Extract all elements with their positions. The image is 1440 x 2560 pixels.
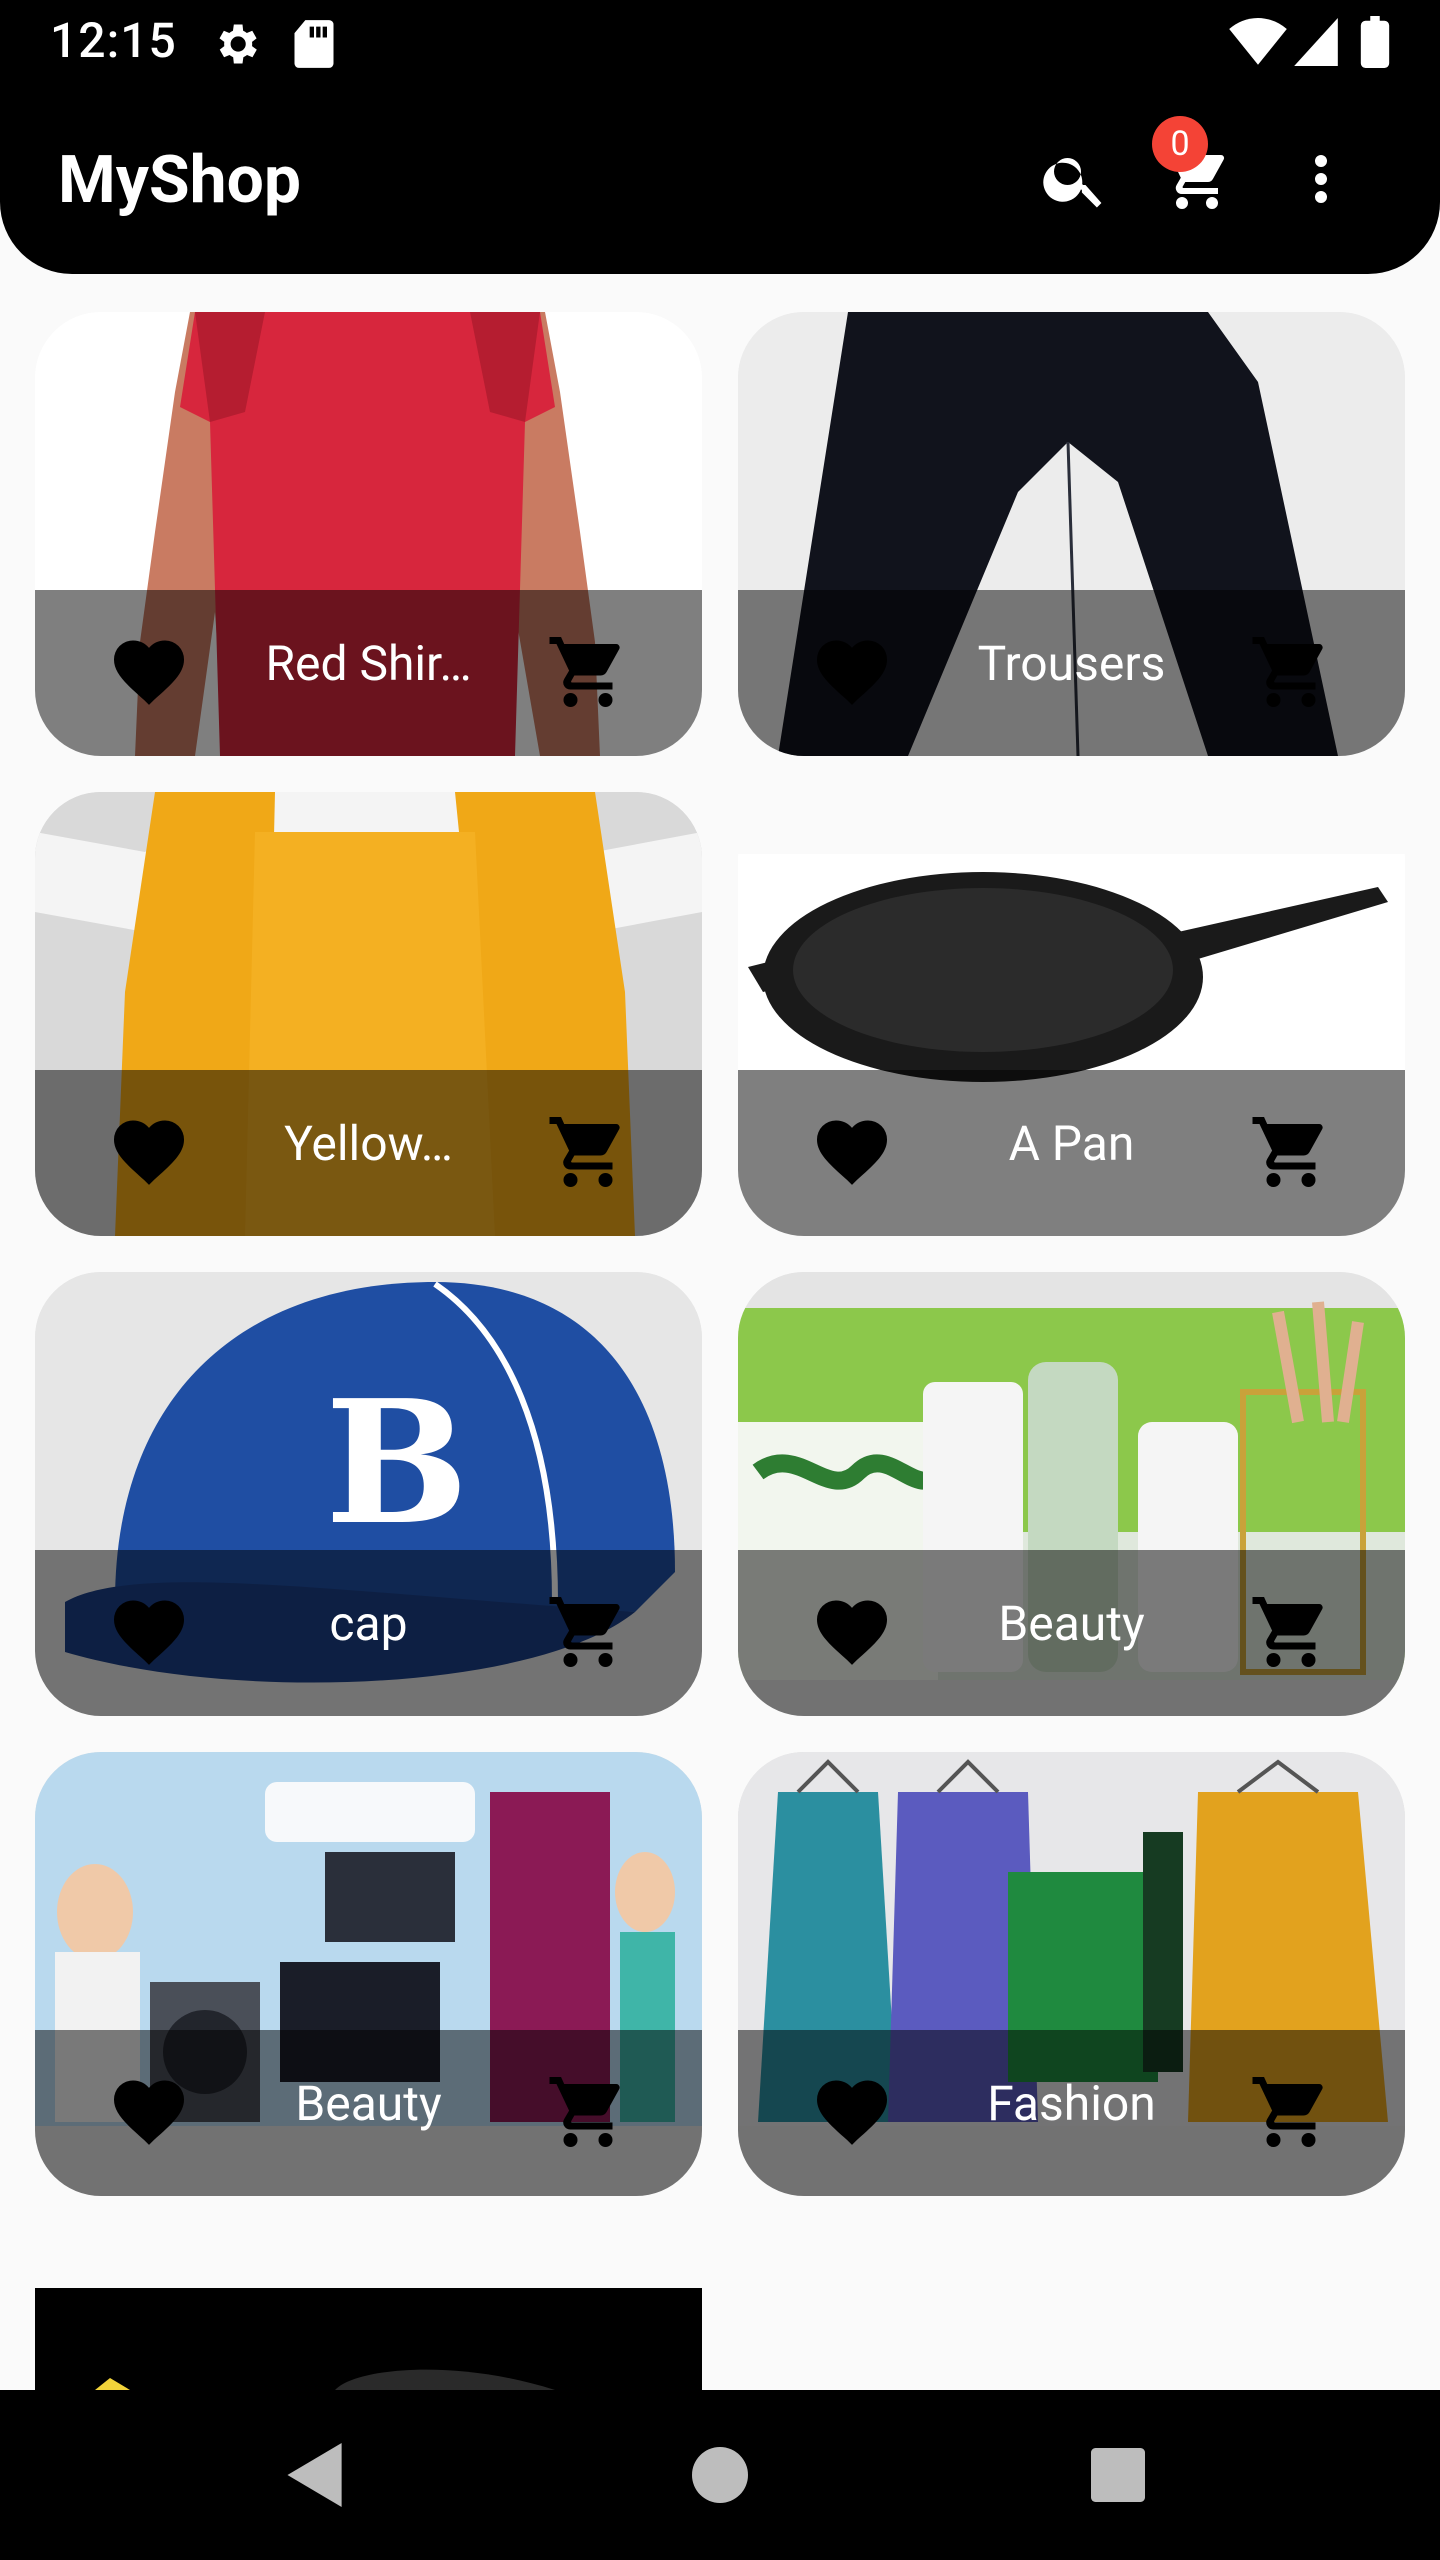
product-card[interactable]: Yellow… xyxy=(35,792,702,1236)
favorite-button[interactable] xyxy=(810,1590,894,1674)
heart-icon xyxy=(816,1120,888,1185)
navigation-bar xyxy=(0,2390,1440,2560)
product-card[interactable] xyxy=(35,2288,702,2390)
signal-icon xyxy=(1294,18,1338,66)
card-action-bar: Red Shir… xyxy=(35,590,702,756)
svg-text:B: B xyxy=(325,1363,469,1563)
heart-icon xyxy=(816,2080,888,2145)
card-action-bar: A Pan xyxy=(738,1070,1405,1236)
app-title: MyShop xyxy=(58,142,301,219)
card-action-bar: Yellow… xyxy=(35,1070,702,1236)
product-title: A Pan xyxy=(1008,1115,1135,1172)
add-to-cart-button[interactable] xyxy=(546,1590,630,1674)
cart-icon xyxy=(549,1117,620,1187)
cart-icon xyxy=(1252,1597,1323,1667)
heart-icon xyxy=(113,1120,185,1185)
more-vert-icon xyxy=(1315,155,1327,203)
product-title: Yellow… xyxy=(284,1115,453,1172)
card-action-bar: Trousers xyxy=(738,590,1405,756)
status-bar: 12:15 xyxy=(0,0,1440,84)
product-card[interactable]: Fashion xyxy=(738,1752,1405,2196)
add-to-cart-button[interactable] xyxy=(546,1110,630,1194)
battery-icon xyxy=(1360,16,1390,68)
add-to-cart-button[interactable] xyxy=(546,630,630,714)
status-time: 12:15 xyxy=(50,12,177,69)
favorite-button[interactable] xyxy=(810,630,894,714)
favorite-button[interactable] xyxy=(107,2070,191,2154)
wifi-icon xyxy=(1228,18,1288,66)
product-title: cap xyxy=(329,1595,408,1652)
product-title: Beauty xyxy=(998,1595,1145,1652)
add-to-cart-button[interactable] xyxy=(1249,1590,1333,1674)
add-to-cart-button[interactable] xyxy=(1249,1110,1333,1194)
favorite-button[interactable] xyxy=(107,630,191,714)
back-icon xyxy=(287,2443,342,2507)
product-title: Fashion xyxy=(987,2075,1156,2132)
product-title: Red Shir… xyxy=(265,635,472,692)
sd-card-icon xyxy=(292,18,336,70)
home-icon xyxy=(692,2447,748,2503)
card-action-bar: Beauty xyxy=(35,2030,702,2196)
more-options-button[interactable] xyxy=(1276,134,1366,224)
add-to-cart-button[interactable] xyxy=(1249,630,1333,714)
add-to-cart-button[interactable] xyxy=(546,2070,630,2154)
product-card[interactable]: A Pan xyxy=(738,792,1405,1236)
product-grid: Red Shir… Trousers Yellow… A Pan B cap B… xyxy=(0,274,1440,2390)
back-button[interactable] xyxy=(272,2430,362,2520)
home-button[interactable] xyxy=(675,2430,765,2520)
search-button[interactable] xyxy=(1030,134,1120,224)
product-title: Beauty xyxy=(295,2075,442,2132)
heart-icon xyxy=(113,640,185,705)
favorite-button[interactable] xyxy=(810,2070,894,2154)
product-image xyxy=(35,2288,702,2390)
settings-icon xyxy=(210,18,262,70)
product-card[interactable]: Beauty xyxy=(35,1752,702,2196)
cart-icon xyxy=(549,2077,620,2147)
cart-count-badge: 0 xyxy=(1152,116,1208,172)
favorite-button[interactable] xyxy=(107,1590,191,1674)
heart-icon xyxy=(816,640,888,705)
heart-icon xyxy=(113,1600,185,1665)
cart-icon xyxy=(549,637,620,707)
add-to-cart-button[interactable] xyxy=(1249,2070,1333,2154)
product-card[interactable]: Trousers xyxy=(738,312,1405,756)
recents-icon xyxy=(1091,2448,1145,2502)
card-action-bar: Beauty xyxy=(738,1550,1405,1716)
product-card[interactable]: Red Shir… xyxy=(35,312,702,756)
heart-icon xyxy=(113,2080,185,2145)
favorite-button[interactable] xyxy=(810,1110,894,1194)
cart-icon xyxy=(549,1597,620,1667)
cart-icon xyxy=(1252,2077,1323,2147)
search-icon xyxy=(1043,158,1102,208)
product-card[interactable]: Beauty xyxy=(738,1272,1405,1716)
card-action-bar: Fashion xyxy=(738,2030,1405,2196)
heart-icon xyxy=(816,1600,888,1665)
cart-icon xyxy=(1252,637,1323,707)
app-bar: MyShop xyxy=(0,84,1440,274)
product-title: Trousers xyxy=(977,635,1166,692)
card-action-bar: cap xyxy=(35,1550,702,1716)
recents-button[interactable] xyxy=(1073,2430,1163,2520)
cart-icon xyxy=(1252,1117,1323,1187)
product-card[interactable]: B cap xyxy=(35,1272,702,1716)
favorite-button[interactable] xyxy=(107,1110,191,1194)
